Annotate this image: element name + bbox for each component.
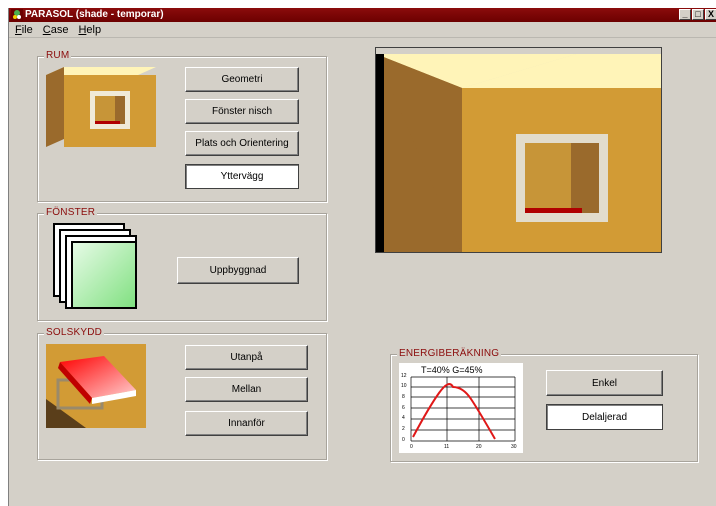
menu-file[interactable]: File — [15, 22, 33, 37]
fonster-group: FÖNSTER Uppbyggnad — [37, 207, 327, 321]
fonster-nisch-button[interactable]: Fönster nisch — [185, 99, 299, 124]
minimize-button[interactable]: _ — [679, 9, 691, 20]
window-title: PARASOL (shade - temporar) — [25, 9, 164, 20]
rum-group-label: RUM — [44, 50, 72, 61]
title-bar: PARASOL (shade - temporar) _ □ X — [9, 8, 716, 22]
yttervagg-button[interactable]: Yttervägg — [185, 164, 299, 189]
parasol-app-icon — [11, 9, 23, 21]
y-tick-12: 12 — [401, 373, 407, 379]
solskydd-group-label: SOLSKYDD — [44, 327, 105, 338]
window-controls: _ □ X — [679, 9, 716, 20]
y-tick-6: 6 — [402, 405, 405, 411]
fonster-group-label: FÖNSTER — [44, 207, 98, 218]
window-panes-icon — [53, 223, 137, 309]
menu-case[interactable]: Case — [43, 22, 69, 37]
x-tick-20: 20 — [476, 444, 482, 450]
app-window: PARASOL (shade - temporar) _ □ X File Ca… — [8, 8, 716, 506]
rum-group: RUM Geometri Fönster nisch Plats och Ori… — [37, 50, 327, 202]
y-tick-8: 8 — [402, 394, 405, 400]
utanpa-button[interactable]: Utanpå — [185, 345, 308, 370]
plats-orientering-button[interactable]: Plats och Orientering — [185, 131, 299, 156]
uppbyggnad-button[interactable]: Uppbyggnad — [177, 257, 299, 284]
room-3d-view — [375, 47, 662, 253]
energi-group: ENERGIBERÄKNING T=40% G=45% 12 10 8 6 4 … — [390, 348, 698, 462]
energy-curve — [412, 383, 496, 440]
innanfor-button[interactable]: Innanför — [185, 411, 308, 436]
mellan-button[interactable]: Mellan — [185, 377, 308, 402]
detaljerad-button[interactable]: Delaljerad — [546, 404, 663, 430]
energy-chart: T=40% G=45% 12 10 8 6 4 2 0 0 11 20 30 — [399, 363, 523, 453]
x-tick-11: 11 — [444, 444, 450, 450]
maximize-button[interactable]: □ — [692, 9, 704, 20]
y-tick-0: 0 — [402, 437, 405, 443]
x-tick-30: 30 — [511, 444, 517, 450]
enkel-button[interactable]: Enkel — [546, 370, 663, 396]
geometri-button[interactable]: Geometri — [185, 67, 299, 92]
energy-chart-graph — [410, 376, 516, 442]
y-tick-2: 2 — [402, 426, 405, 432]
room-3d-illustration — [376, 48, 661, 252]
awning-icon — [46, 344, 146, 428]
y-tick-10: 10 — [401, 383, 407, 389]
room-thumbnail-icon — [46, 67, 156, 147]
menu-help[interactable]: Help — [78, 22, 101, 37]
energi-group-label: ENERGIBERÄKNING — [397, 348, 502, 359]
menu-bar: File Case Help — [9, 22, 716, 38]
close-button[interactable]: X — [705, 9, 716, 20]
y-tick-4: 4 — [402, 415, 405, 421]
solskydd-group: SOLSKYDD Utanpå Mellan Innanför — [37, 327, 327, 460]
x-tick-0: 0 — [410, 444, 413, 450]
